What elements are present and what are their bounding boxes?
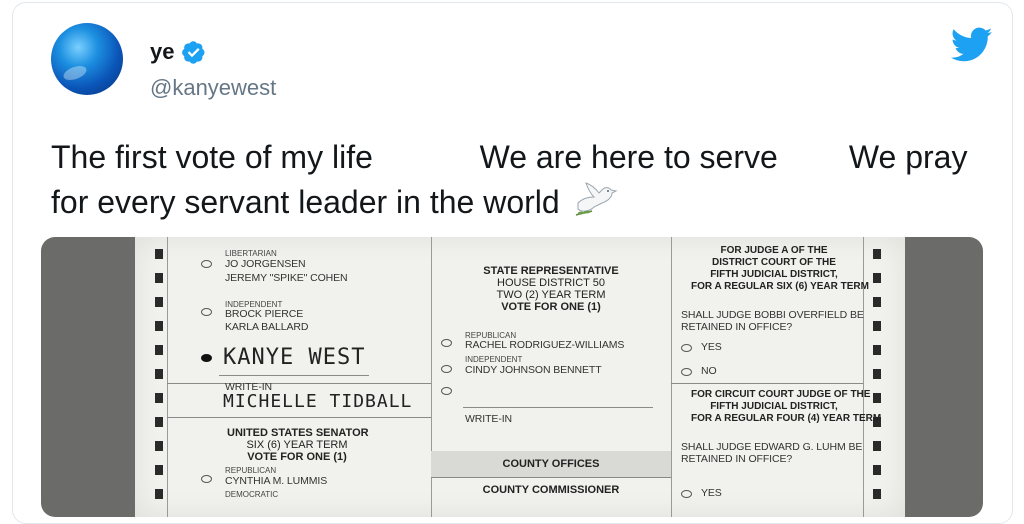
party-label: REPUBLICAN bbox=[225, 466, 277, 475]
tweet-card: ye @kanyewest The first vote of my life … bbox=[12, 2, 1013, 524]
author-name-row: ye bbox=[150, 39, 206, 65]
race-heading: FIFTH JUDICIAL DISTRICT, bbox=[710, 269, 838, 280]
column-divider bbox=[167, 237, 168, 517]
race-vote-count: VOTE FOR ONE (1) bbox=[501, 301, 601, 313]
tweet-text-gap bbox=[778, 139, 849, 175]
avatar-highlight bbox=[61, 63, 89, 83]
race-heading: FOR CIRCUIT COURT JUDGE OF THE bbox=[691, 389, 871, 400]
handwritten-candidate: KANYE WEST bbox=[223, 345, 366, 370]
attached-photo-ballot[interactable]: LIBERTARIAN JO JORGENSEN JEREMY "SPIKE" … bbox=[41, 237, 983, 517]
section-heading: COUNTY OFFICES bbox=[502, 458, 600, 470]
avatar[interactable] bbox=[51, 23, 123, 95]
ballot-oval bbox=[201, 308, 212, 316]
section-divider bbox=[167, 417, 431, 418]
ballot-timing-marks-right bbox=[873, 249, 883, 513]
ballot-oval bbox=[441, 365, 452, 373]
tweet-text-segment-1: The first vote of my life bbox=[51, 139, 373, 175]
retention-question: SHALL JUDGE EDWARD G. LUHM BE bbox=[681, 441, 863, 453]
candidate-name: CYNTHIA M. LUMMIS bbox=[225, 475, 328, 487]
ballot-oval bbox=[681, 490, 692, 498]
race-heading: STATE REPRESENTATIVE bbox=[483, 265, 619, 277]
retention-question: RETAINED IN OFFICE? bbox=[681, 453, 793, 465]
display-name[interactable]: ye bbox=[150, 39, 174, 65]
section-divider bbox=[167, 383, 431, 384]
tweet-text-segment-2: We are here to serve bbox=[479, 139, 778, 175]
party-label: INDEPENDENT bbox=[465, 355, 523, 364]
party-label: LIBERTARIAN bbox=[225, 249, 277, 258]
race-heading: FOR JUDGE A OF THE bbox=[720, 245, 828, 256]
option-yes: YES bbox=[701, 487, 722, 499]
candidate-name: CINDY JOHNSON BENNETT bbox=[465, 364, 602, 376]
race-heading: FIFTH JUDICIAL DISTRICT, bbox=[710, 401, 838, 412]
ballot-oval-filled bbox=[201, 354, 212, 362]
ballot-oval bbox=[681, 344, 692, 352]
race-term: FOR A REGULAR FOUR (4) YEAR TERM bbox=[691, 413, 882, 424]
race-heading: UNITED STATES SENATOR bbox=[227, 427, 369, 439]
user-handle[interactable]: @kanyewest bbox=[150, 75, 276, 101]
race-heading: DISTRICT COURT OF THE bbox=[712, 257, 836, 268]
verified-badge-icon bbox=[182, 41, 205, 64]
twitter-logo-icon[interactable] bbox=[951, 27, 993, 63]
ballot-timing-marks-left bbox=[155, 249, 165, 513]
ballot-paper: LIBERTARIAN JO JORGENSEN JEREMY "SPIKE" … bbox=[135, 237, 905, 517]
race-vote-count: VOTE FOR ONE (1) bbox=[247, 451, 347, 463]
section-divider bbox=[671, 383, 863, 384]
race-term: TWO (2) YEAR TERM bbox=[496, 289, 606, 301]
handwritten-candidate: MICHELLE TIDBALL bbox=[223, 391, 413, 412]
candidate-name: JEREMY "SPIKE" COHEN bbox=[225, 272, 348, 284]
write-in-line bbox=[463, 407, 653, 408]
candidate-name: KARLA BALLARD bbox=[225, 321, 309, 333]
ballot-oval bbox=[681, 368, 692, 376]
race-district: HOUSE DISTRICT 50 bbox=[497, 277, 605, 289]
write-in-label: WRITE-IN bbox=[465, 413, 513, 425]
option-yes: YES bbox=[701, 341, 722, 353]
ballot-oval bbox=[201, 260, 212, 268]
party-label: DEMOCRATIC bbox=[225, 490, 279, 499]
retention-question: SHALL JUDGE BOBBI OVERFIELD BE bbox=[681, 309, 864, 321]
retention-question: RETAINED IN OFFICE? bbox=[681, 321, 793, 333]
column-divider bbox=[863, 237, 864, 517]
section-divider bbox=[431, 477, 671, 478]
candidate-name: RACHEL RODRIGUEZ-WILLIAMS bbox=[465, 339, 625, 351]
race-term: SIX (6) YEAR TERM bbox=[246, 439, 348, 451]
ballot-oval bbox=[201, 475, 212, 483]
column-divider bbox=[671, 237, 672, 517]
write-in-line bbox=[219, 375, 369, 376]
tweet-text-gap bbox=[373, 139, 480, 175]
candidate-name: BROCK PIERCE bbox=[225, 308, 304, 320]
candidate-name: JO JORGENSEN bbox=[225, 258, 306, 270]
dove-icon bbox=[575, 182, 618, 216]
race-term: FOR A REGULAR SIX (6) YEAR TERM bbox=[691, 281, 869, 292]
tweet-text: The first vote of my life We are here to… bbox=[51, 135, 1006, 224]
ballot-oval bbox=[441, 339, 452, 347]
race-heading: COUNTY COMMISSIONER bbox=[482, 484, 620, 496]
ballot-oval bbox=[441, 387, 452, 395]
option-no: NO bbox=[701, 365, 717, 377]
